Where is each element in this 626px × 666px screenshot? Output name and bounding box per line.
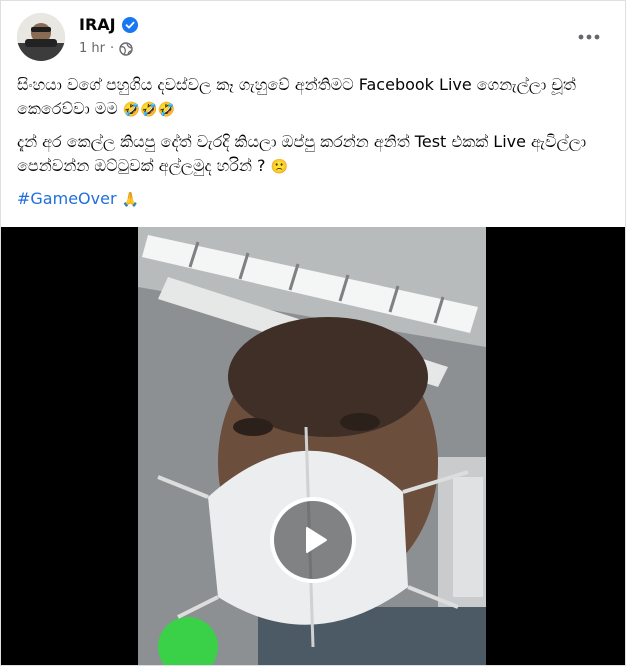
hashtag-link[interactable]: #GameOver: [17, 189, 117, 208]
video-thumbnail: [138, 227, 486, 665]
play-icon[interactable]: [270, 497, 356, 583]
post-text: සිංහයා වගේ පහුගිය දවස්වල කෑ ගැහුවේ අන්ති…: [17, 73, 611, 220]
laughing-emoji-icon: 🤣🤣🤣: [122, 102, 176, 118]
post-paragraph-3: #GameOver 🙏: [17, 187, 611, 212]
avatar-image: [17, 13, 65, 61]
post-header: IRAJ 1 hr ·: [17, 13, 607, 61]
folded-hands-emoji-icon: 🙏: [121, 192, 140, 208]
meta-separator: ·: [110, 41, 115, 56]
post-card: IRAJ 1 hr · සිංහයා වගේ පහුගිය දවස්වල කෑ …: [0, 0, 626, 666]
post-paragraph-1: සිංහයා වගේ පහුගිය දවස්වල කෑ ගැහුවේ අන්ති…: [17, 73, 611, 122]
more-options-icon[interactable]: [571, 19, 607, 55]
globe-icon[interactable]: [119, 41, 133, 56]
video-frame: [138, 227, 486, 665]
worried-emoji-icon: 🙁: [270, 159, 289, 175]
author-row: IRAJ: [79, 15, 138, 34]
post-line-1: සිංහයා වගේ පහුගිය දවස්වල කෑ ගැහුවේ අන්ති…: [17, 75, 576, 118]
verified-badge-icon: [121, 16, 138, 33]
post-time[interactable]: 1 hr: [79, 41, 105, 56]
post-paragraph-2: දැන් අර කෙල්ල කියපු දේත් වැරදි කියලා ඔප්…: [17, 130, 611, 179]
avatar[interactable]: [17, 13, 65, 61]
author-name[interactable]: IRAJ: [79, 15, 116, 34]
post-meta: 1 hr ·: [79, 41, 133, 56]
post-line-2: දැන් අර කෙල්ල කියපු දේත් වැරදි කියලා ඔප්…: [17, 132, 587, 175]
video-player[interactable]: [1, 227, 625, 665]
